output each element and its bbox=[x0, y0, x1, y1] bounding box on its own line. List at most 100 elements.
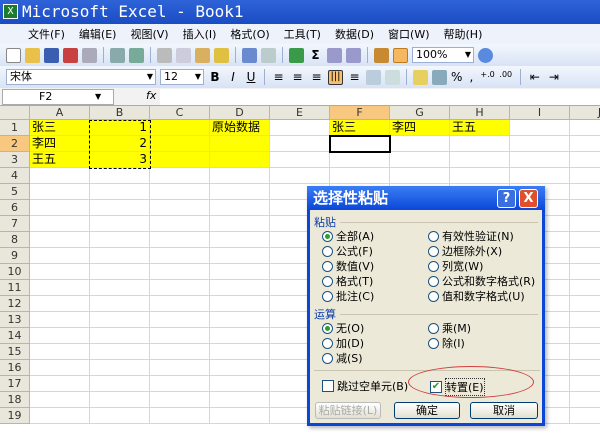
paste-radio[interactable]: 格式(T) bbox=[322, 273, 373, 289]
help-button[interactable]: ? bbox=[497, 189, 516, 208]
paste-radio[interactable]: 公式(F) bbox=[322, 243, 373, 259]
paste-radio[interactable]: 批注(C) bbox=[322, 288, 374, 304]
cell-C2[interactable] bbox=[150, 136, 210, 152]
cell-B14[interactable] bbox=[90, 328, 150, 344]
cell-C8[interactable] bbox=[150, 232, 210, 248]
cell-B16[interactable] bbox=[90, 360, 150, 376]
cell-C5[interactable] bbox=[150, 184, 210, 200]
decrease-decimal-icon[interactable]: .00 bbox=[499, 70, 514, 85]
cell-J1[interactable] bbox=[570, 120, 600, 136]
cell-A8[interactable] bbox=[30, 232, 90, 248]
redo-icon[interactable] bbox=[261, 47, 276, 63]
cell-G4[interactable] bbox=[390, 168, 450, 184]
cut-icon[interactable] bbox=[157, 47, 172, 63]
wrap-icon[interactable] bbox=[385, 69, 400, 85]
cell-A9[interactable] bbox=[30, 248, 90, 264]
copy-icon[interactable] bbox=[176, 47, 191, 63]
cell-J6[interactable] bbox=[570, 200, 600, 216]
cell-A12[interactable] bbox=[30, 296, 90, 312]
autosum-icon[interactable]: Σ bbox=[308, 48, 323, 63]
cell-C6[interactable] bbox=[150, 200, 210, 216]
open-icon[interactable] bbox=[25, 47, 40, 63]
row-header[interactable]: 12 bbox=[0, 296, 30, 312]
row-header[interactable]: 4 bbox=[0, 168, 30, 184]
cell-A7[interactable] bbox=[30, 216, 90, 232]
menu-tools[interactable]: 工具(T) bbox=[284, 26, 321, 42]
cell-C4[interactable] bbox=[150, 168, 210, 184]
cell-A17[interactable] bbox=[30, 376, 90, 392]
ok-button[interactable]: 确定 bbox=[394, 402, 460, 419]
cell-I2[interactable] bbox=[510, 136, 570, 152]
cell-D9[interactable] bbox=[210, 248, 270, 264]
cell-J8[interactable] bbox=[570, 232, 600, 248]
cell-A2[interactable]: 李四 bbox=[30, 136, 90, 152]
cell-A18[interactable] bbox=[30, 392, 90, 408]
cell-E3[interactable] bbox=[270, 152, 330, 168]
cell-C3[interactable] bbox=[150, 152, 210, 168]
cell-D17[interactable] bbox=[210, 376, 270, 392]
paste-radio[interactable]: 公式和数字格式(R) bbox=[428, 273, 535, 289]
operation-radio[interactable]: 无(O) bbox=[322, 320, 364, 336]
align-right-icon[interactable]: ≡ bbox=[309, 70, 324, 85]
column-header-H[interactable]: H bbox=[450, 106, 510, 120]
cell-H4[interactable] bbox=[450, 168, 510, 184]
cell-J5[interactable] bbox=[570, 184, 600, 200]
bold-button[interactable]: B bbox=[208, 70, 222, 84]
cell-B19[interactable] bbox=[90, 408, 150, 424]
menu-window[interactable]: 窗口(W) bbox=[388, 26, 429, 42]
cell-F3[interactable] bbox=[330, 152, 390, 168]
new-icon[interactable] bbox=[6, 47, 21, 63]
name-box[interactable]: F2 ▼ bbox=[2, 89, 114, 105]
cell-H1[interactable]: 王五 bbox=[450, 120, 510, 136]
cell-J17[interactable] bbox=[570, 376, 600, 392]
cell-F4[interactable] bbox=[330, 168, 390, 184]
italic-button[interactable]: I bbox=[226, 70, 240, 84]
increase-decimal-icon[interactable]: +.0 bbox=[480, 70, 495, 85]
paste-radio[interactable]: 边框除外(X) bbox=[428, 243, 502, 259]
sort-desc-icon[interactable] bbox=[346, 47, 361, 63]
row-header[interactable]: 14 bbox=[0, 328, 30, 344]
cell-A11[interactable] bbox=[30, 280, 90, 296]
menu-view[interactable]: 视图(V) bbox=[130, 26, 168, 42]
cell-G3[interactable] bbox=[390, 152, 450, 168]
menu-file[interactable]: 文件(F) bbox=[28, 26, 65, 42]
cell-A4[interactable] bbox=[30, 168, 90, 184]
column-header-B[interactable]: B bbox=[90, 106, 150, 120]
cell-D3[interactable] bbox=[210, 152, 270, 168]
row-header[interactable]: 9 bbox=[0, 248, 30, 264]
cell-C17[interactable] bbox=[150, 376, 210, 392]
fill-color-icon[interactable] bbox=[413, 69, 428, 85]
currency-icon[interactable] bbox=[432, 69, 447, 85]
row-header[interactable]: 11 bbox=[0, 280, 30, 296]
menu-format[interactable]: 格式(O) bbox=[230, 26, 269, 42]
cell-B8[interactable] bbox=[90, 232, 150, 248]
font-select[interactable]: 宋体 ▼ bbox=[6, 69, 156, 85]
cell-B13[interactable] bbox=[90, 312, 150, 328]
spelling-icon[interactable] bbox=[129, 47, 144, 63]
justify-icon[interactable]: ≡ bbox=[347, 70, 362, 85]
paste-icon[interactable] bbox=[195, 47, 210, 63]
permission-icon[interactable] bbox=[63, 47, 78, 63]
align-center-icon[interactable]: ≡ bbox=[290, 70, 305, 85]
formula-input[interactable] bbox=[160, 89, 600, 105]
skip-blanks-checkbox[interactable]: 跳过空单元(B) bbox=[322, 378, 408, 394]
cell-C1[interactable] bbox=[150, 120, 210, 136]
cell-C18[interactable] bbox=[150, 392, 210, 408]
cell-B12[interactable] bbox=[90, 296, 150, 312]
help-icon[interactable] bbox=[478, 47, 493, 63]
cell-J11[interactable] bbox=[570, 280, 600, 296]
close-button[interactable]: X bbox=[519, 189, 538, 208]
row-header[interactable]: 10 bbox=[0, 264, 30, 280]
cell-C7[interactable] bbox=[150, 216, 210, 232]
sort-asc-icon[interactable] bbox=[327, 47, 342, 63]
paste-radio[interactable]: 值和数字格式(U) bbox=[428, 288, 525, 304]
cell-D15[interactable] bbox=[210, 344, 270, 360]
cell-B17[interactable] bbox=[90, 376, 150, 392]
paste-radio[interactable]: 有效性验证(N) bbox=[428, 228, 514, 244]
cell-F1[interactable]: 张三 bbox=[330, 120, 390, 136]
row-header[interactable]: 3 bbox=[0, 152, 30, 168]
cell-C19[interactable] bbox=[150, 408, 210, 424]
cell-D6[interactable] bbox=[210, 200, 270, 216]
cell-I4[interactable] bbox=[510, 168, 570, 184]
cell-D12[interactable] bbox=[210, 296, 270, 312]
